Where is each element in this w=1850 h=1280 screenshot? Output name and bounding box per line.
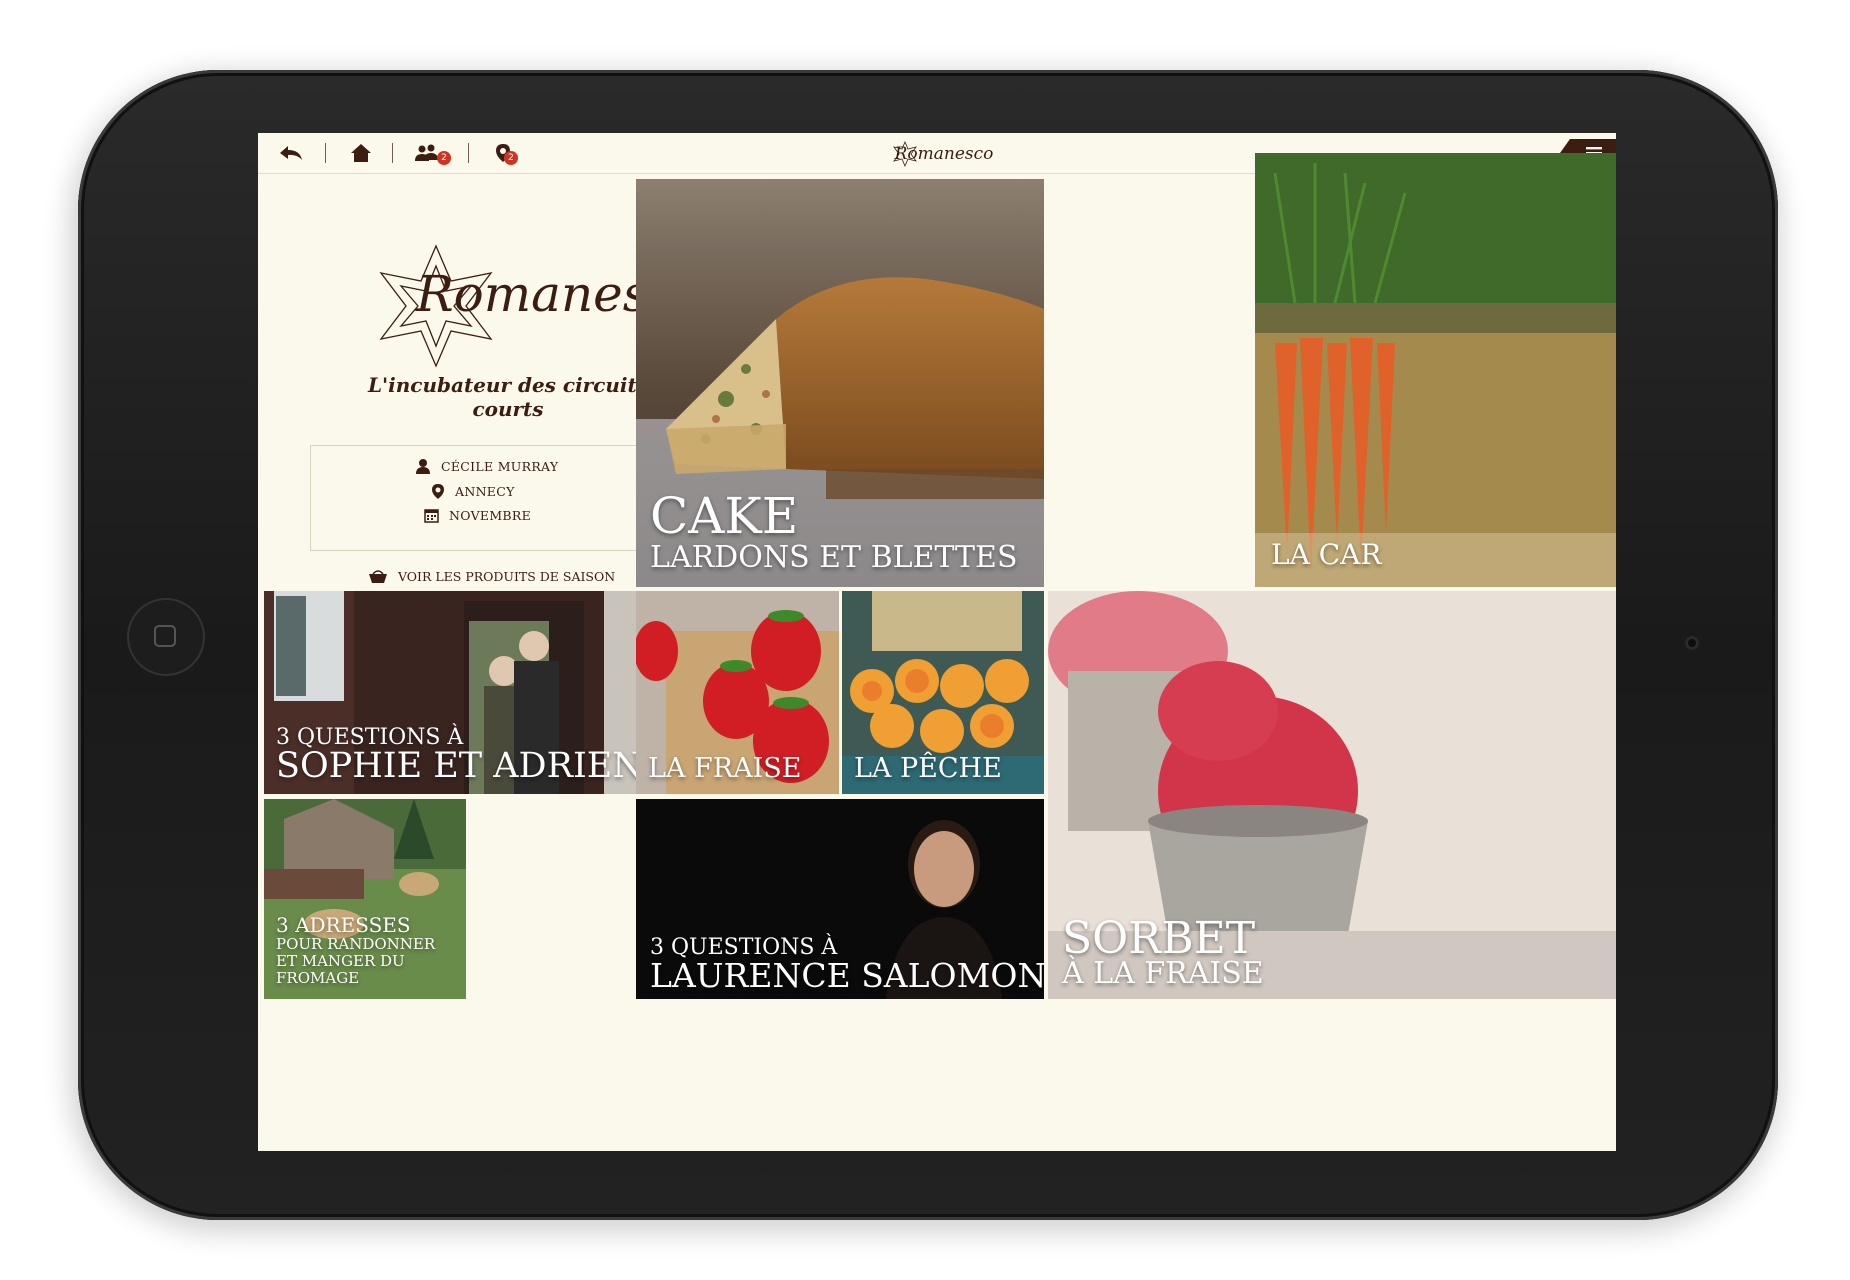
- tile-adresses[interactable]: 3 ADRESSES POUR RANDONNER ET MANGER DU F…: [264, 799, 466, 999]
- tile-carrot-title: LA CAR: [1271, 538, 1382, 571]
- tile-peche-title: LA PÊCHE: [854, 753, 1002, 784]
- basket-icon: [369, 569, 387, 583]
- tile-carrot[interactable]: LA CAR: [1255, 153, 1616, 587]
- tile-adresses-line3: ET MANGER DU: [276, 952, 405, 970]
- places-badge: 2: [504, 151, 518, 165]
- tile-sophie-adrien[interactable]: 3 QUESTIONS À SOPHIE ET ADRIEN: [264, 591, 672, 794]
- tile-peche[interactable]: LA PÊCHE: [842, 591, 1044, 794]
- tile-sorbet-line2: À LA FRAISE: [1062, 956, 1264, 991]
- profile-month-row: NOVEMBRE: [424, 508, 531, 523]
- user-icon: [416, 459, 430, 474]
- people-icon[interactable]: 2: [413, 141, 451, 165]
- back-arrow-icon[interactable]: [276, 141, 306, 165]
- tile-sophie-line2: SOPHIE ET ADRIEN: [276, 746, 643, 786]
- tablet-camera: [1685, 636, 1699, 650]
- tile-laurence-salomon[interactable]: 3 QUESTIONS À LAURENCE SALOMON: [636, 799, 1044, 999]
- tile-laurence-line2: LAURENCE SALOMON: [650, 956, 1044, 995]
- seasonal-products-label: VOIR LES PRODUITS DE SAISON: [398, 569, 616, 584]
- top-logo[interactable]: Romanesco: [893, 141, 994, 167]
- calendar-icon: [424, 509, 439, 523]
- profile-month: NOVEMBRE: [449, 508, 532, 523]
- logo-star-icon: [893, 141, 917, 167]
- brand-logo-text: Romanesco: [416, 265, 707, 323]
- carrot-image: [1255, 153, 1616, 587]
- profile-user-row: CÉCILE MURRAY: [415, 458, 558, 474]
- tagline: L'incubateur des circuits courts: [367, 373, 649, 421]
- profile-user: CÉCILE MURRAY: [441, 458, 559, 474]
- seasonal-products-link[interactable]: VOIR LES PRODUITS DE SAISON: [368, 569, 615, 584]
- tile-adresses-line2: POUR RANDONNER: [276, 935, 436, 953]
- tablet-home-button[interactable]: [127, 598, 205, 676]
- friends-badge: 2: [437, 151, 451, 165]
- tile-fraise-title: LA FRAISE: [648, 753, 802, 784]
- profile-location-row: ANNECY: [431, 483, 515, 500]
- tile-cake[interactable]: CAKE LARDONS ET BLETTES: [636, 179, 1044, 587]
- tile-fraise[interactable]: LA FRAISE: [636, 591, 839, 794]
- tile-adresses-line1: 3 ADRESSES: [276, 913, 411, 937]
- tile-cake-subtitle: LARDONS ET BLETTES: [650, 540, 1018, 575]
- tile-cake-title: CAKE: [650, 487, 799, 545]
- home-icon[interactable]: [346, 141, 376, 165]
- tile-adresses-line4: FROMAGE: [276, 969, 360, 987]
- location-pin-icon: [432, 484, 444, 499]
- tile-sorbet-line1: SORBET: [1062, 913, 1256, 964]
- tile-sorbet[interactable]: SORBET À LA FRAISE: [1048, 591, 1616, 999]
- map-pin-icon[interactable]: 2: [488, 141, 518, 165]
- app-screen: 2 2 Romanesco Romanesco L'incubateur des…: [258, 133, 1616, 1151]
- profile-location: ANNECY: [455, 484, 515, 499]
